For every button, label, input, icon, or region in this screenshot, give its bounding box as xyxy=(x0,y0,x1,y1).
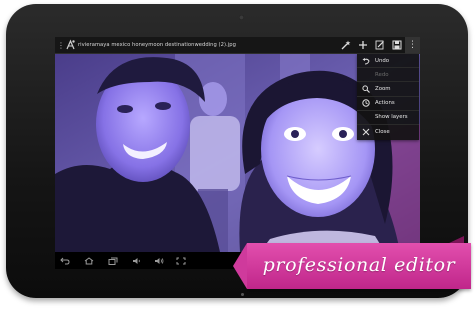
zoom-icon xyxy=(361,84,370,93)
more-options-button[interactable]: ⋮ xyxy=(405,37,420,54)
menu-item-redo[interactable]: Redo xyxy=(357,68,419,83)
menu-item-label: Undo xyxy=(375,57,390,64)
magic-wand-icon xyxy=(341,40,350,50)
magic-wand-button[interactable] xyxy=(337,37,354,54)
plus-icon xyxy=(358,41,367,49)
back-icon[interactable] xyxy=(59,255,71,266)
file-title: rivieramaya mexico honeymoon destination… xyxy=(78,42,236,48)
save-button[interactable] xyxy=(388,37,405,54)
notification-led xyxy=(241,293,244,296)
menu-item-label: Redo xyxy=(375,71,389,78)
save-icon xyxy=(392,40,401,50)
home-icon[interactable] xyxy=(83,255,95,266)
menu-item-label: Close xyxy=(375,129,390,136)
menu-item-label: Actions xyxy=(375,100,395,107)
volume-down-icon[interactable] xyxy=(131,255,143,266)
screenshot-icon[interactable] xyxy=(175,255,187,266)
menu-item-label: Zoom xyxy=(375,85,391,92)
menu-item-actions[interactable]: Actions xyxy=(357,97,419,111)
undo-icon xyxy=(361,56,370,65)
app-screen: ⋮ rivieramaya mexico honeymoon destinati… xyxy=(55,37,420,269)
vertical-dots-icon: ⋮ xyxy=(408,40,417,50)
recent-apps-icon[interactable] xyxy=(107,255,119,266)
close-icon xyxy=(361,128,370,137)
front-camera xyxy=(239,15,244,20)
volume-up-icon[interactable] xyxy=(153,255,165,266)
menu-item-undo[interactable]: Undo xyxy=(357,54,419,69)
edit-button[interactable] xyxy=(371,37,388,54)
menu-item-close[interactable]: Close xyxy=(357,125,419,139)
add-button[interactable] xyxy=(354,37,371,54)
promo-banner: professional editor xyxy=(233,243,471,289)
banner-text: professional editor xyxy=(262,254,456,276)
history-icon xyxy=(361,99,370,108)
overflow-menu: Undo Redo Zoom Actions Show layers Close xyxy=(357,54,419,140)
menu-item-zoom[interactable]: Zoom xyxy=(357,82,419,97)
action-bar: ⋮ rivieramaya mexico honeymoon destinati… xyxy=(55,37,420,54)
pencil-icon xyxy=(375,40,384,50)
vertical-dots-icon[interactable]: ⋮ xyxy=(57,37,65,54)
menu-item-show-layers[interactable]: Show layers xyxy=(357,111,419,125)
app-logo[interactable] xyxy=(66,39,75,51)
menu-item-label: Show layers xyxy=(375,114,408,121)
